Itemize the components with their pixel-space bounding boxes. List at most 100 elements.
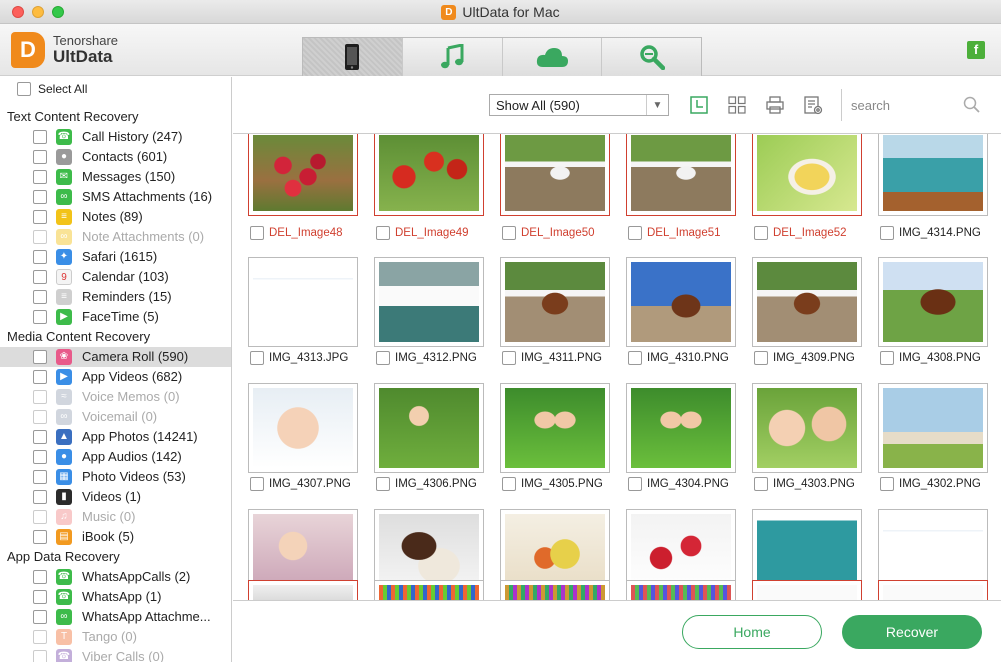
photo-checkbox[interactable]	[376, 226, 390, 240]
sidebar-item[interactable]: ≡ Reminders (15)	[0, 287, 231, 307]
sidebar-item-checkbox[interactable]	[33, 170, 47, 184]
sidebar-item-checkbox[interactable]	[33, 430, 47, 444]
sidebar-item-checkbox[interactable]	[33, 210, 47, 224]
sidebar-item[interactable]: ☎ WhatsAppCalls (2)	[0, 567, 231, 587]
filter-dropdown[interactable]: Show All (590) ▼	[489, 94, 669, 116]
sidebar-item[interactable]: ∞ SMS Attachments (16)	[0, 187, 231, 207]
photo-checkbox[interactable]	[628, 477, 642, 491]
sidebar-item-checkbox[interactable]	[33, 570, 47, 584]
photo-checkbox[interactable]	[880, 226, 894, 240]
sidebar-item[interactable]: ☎ Call History (247)	[0, 127, 231, 147]
sidebar-item-checkbox[interactable]	[33, 350, 47, 364]
sidebar-item[interactable]: ❀ Camera Roll (590)	[0, 347, 231, 367]
sidebar-item[interactable]: ▦ Photo Videos (53)	[0, 467, 231, 487]
photo-checkbox[interactable]	[250, 477, 264, 491]
photo-thumbnail[interactable]	[752, 257, 862, 347]
sidebar-item[interactable]: ≡ Notes (89)	[0, 207, 231, 227]
photo-thumbnail[interactable]	[626, 134, 736, 216]
sidebar-item[interactable]: ✦ Safari (1615)	[0, 247, 231, 267]
sidebar-item[interactable]: ☎ WhatsApp (1)	[0, 587, 231, 607]
sidebar-item[interactable]: ▮ Videos (1)	[0, 487, 231, 507]
sidebar-item[interactable]: ▤ iBook (5)	[0, 527, 231, 547]
sidebar-item-checkbox[interactable]	[33, 270, 47, 284]
sidebar-item-checkbox[interactable]	[33, 310, 47, 324]
sidebar-item-checkbox[interactable]	[33, 590, 47, 604]
sidebar-item-checkbox[interactable]	[33, 530, 47, 544]
sidebar-item[interactable]: ▶ App Videos (682)	[0, 367, 231, 387]
search-input[interactable]: search	[851, 98, 890, 113]
photo-thumbnail[interactable]	[374, 383, 484, 473]
photo-thumbnail[interactable]	[878, 134, 988, 216]
photo-thumbnail[interactable]	[626, 383, 736, 473]
photo-thumbnail[interactable]	[500, 257, 610, 347]
photo-thumbnail[interactable]	[248, 257, 358, 347]
sidebar-item[interactable]: ▲ App Photos (14241)	[0, 427, 231, 447]
photo-thumbnail[interactable]	[248, 134, 358, 216]
photo-thumbnail[interactable]	[878, 257, 988, 347]
sidebar-item-checkbox[interactable]	[33, 370, 47, 384]
photo-thumbnail[interactable]	[500, 383, 610, 473]
home-button[interactable]: Home	[682, 615, 822, 649]
sidebar-item-checkbox[interactable]	[33, 130, 47, 144]
photo-checkbox[interactable]	[376, 351, 390, 365]
sidebar-item[interactable]: ● App Audios (142)	[0, 447, 231, 467]
tab-device[interactable]	[303, 38, 403, 76]
photo-thumbnail[interactable]	[878, 383, 988, 473]
photo-thumbnail[interactable]	[374, 134, 484, 216]
sidebar-item-checkbox[interactable]	[33, 470, 47, 484]
photo-tile-partial[interactable]	[878, 580, 988, 600]
photo-thumbnail[interactable]	[374, 257, 484, 347]
photo-thumbnail[interactable]	[248, 383, 358, 473]
photo-image	[883, 262, 983, 342]
whatsapp-call-icon: ☎	[56, 569, 72, 585]
photo-tile-partial[interactable]	[374, 580, 484, 600]
sidebar-item[interactable]: ▶ FaceTime (5)	[0, 307, 231, 327]
select-all-row[interactable]: Select All	[17, 82, 87, 96]
photo-checkbox[interactable]	[628, 351, 642, 365]
photo-checkbox[interactable]	[502, 351, 516, 365]
photo-checkbox[interactable]	[250, 351, 264, 365]
tab-icloud[interactable]	[502, 38, 603, 76]
recover-button[interactable]: Recover	[842, 615, 982, 649]
photo-checkbox[interactable]	[628, 226, 642, 240]
photo-thumbnail[interactable]	[626, 257, 736, 347]
select-all-checkbox[interactable]	[17, 82, 31, 96]
sidebar-item[interactable]: ∞ WhatsApp Attachme...	[0, 607, 231, 627]
photo-caption: IMG_4308.PNG	[880, 351, 998, 365]
sidebar-item[interactable]: ✉ Messages (150)	[0, 167, 231, 187]
photo-checkbox[interactable]	[754, 477, 768, 491]
facebook-icon[interactable]: f	[967, 41, 985, 59]
sidebar-item-checkbox[interactable]	[33, 450, 47, 464]
export-icon[interactable]	[803, 95, 823, 115]
print-icon[interactable]	[765, 95, 785, 115]
sidebar-item-checkbox[interactable]	[33, 250, 47, 264]
photo-checkbox[interactable]	[754, 351, 768, 365]
photo-thumbnail[interactable]	[500, 134, 610, 216]
photo-tile-partial[interactable]	[500, 580, 610, 600]
sidebar-item-checkbox[interactable]	[33, 290, 47, 304]
photo-thumbnail[interactable]	[752, 383, 862, 473]
photo-checkbox[interactable]	[250, 226, 264, 240]
sidebar-item-checkbox[interactable]	[33, 190, 47, 204]
search-icon[interactable]	[963, 96, 981, 114]
sidebar-item[interactable]: 9 Calendar (103)	[0, 267, 231, 287]
photo-tile-partial[interactable]	[752, 580, 862, 600]
grid-view-icon[interactable]	[727, 95, 747, 115]
sidebar-item: ♫ Music (0)	[0, 507, 231, 527]
sidebar-item[interactable]: ● Contacts (601)	[0, 147, 231, 167]
photo-checkbox[interactable]	[754, 226, 768, 240]
photo-checkbox[interactable]	[502, 477, 516, 491]
photo-thumbnail[interactable]	[752, 134, 862, 216]
sidebar-item-checkbox[interactable]	[33, 150, 47, 164]
photo-tile-partial[interactable]	[626, 580, 736, 600]
clock-view-icon[interactable]	[689, 95, 709, 115]
photo-checkbox[interactable]	[376, 477, 390, 491]
photo-checkbox[interactable]	[880, 351, 894, 365]
tab-repair[interactable]	[602, 38, 701, 76]
photo-checkbox[interactable]	[880, 477, 894, 491]
sidebar-item-checkbox[interactable]	[33, 610, 47, 624]
sidebar-item-checkbox[interactable]	[33, 490, 47, 504]
photo-checkbox[interactable]	[502, 226, 516, 240]
photo-tile-partial[interactable]	[248, 580, 358, 600]
tab-itunes[interactable]	[402, 38, 503, 76]
